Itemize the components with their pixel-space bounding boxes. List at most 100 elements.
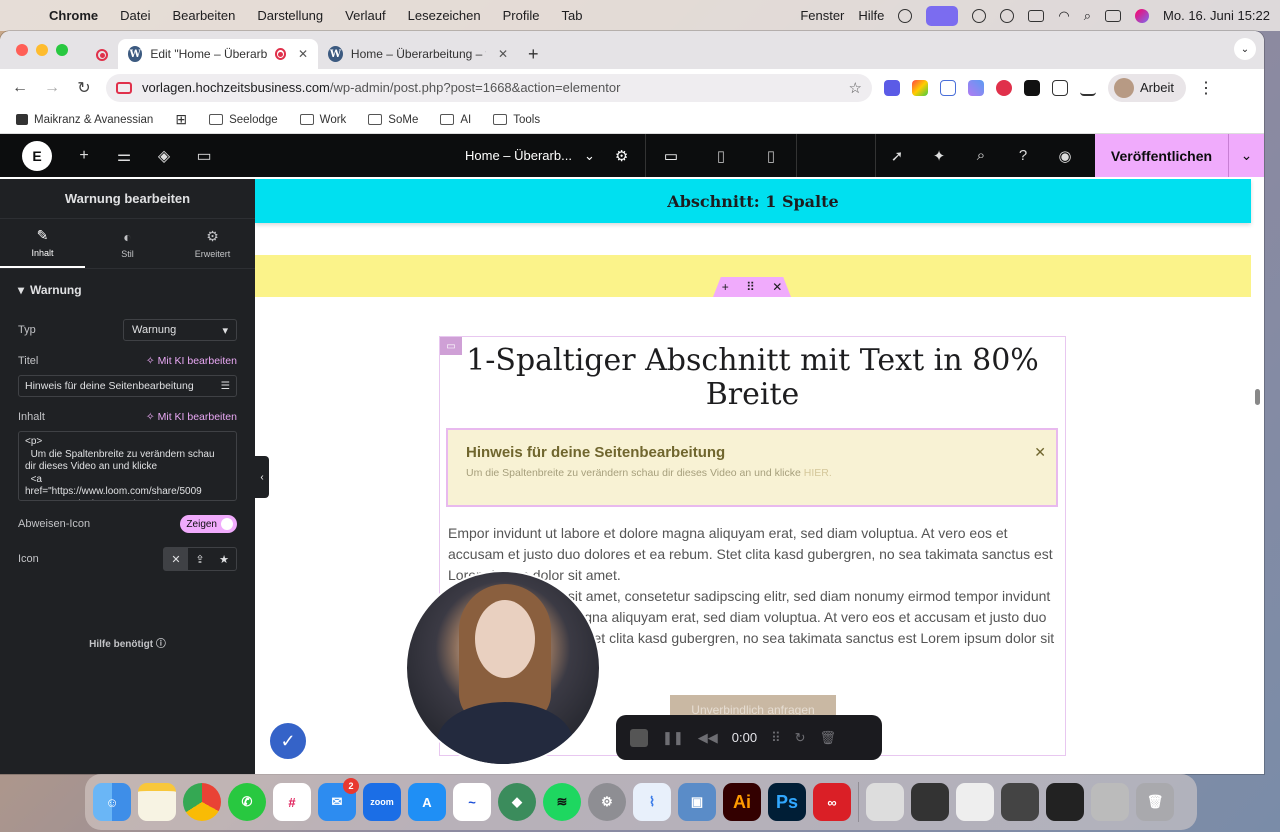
apps-grid-icon[interactable]: ⊞: [175, 111, 187, 128]
menubar-clock[interactable]: Mo. 16. Juni 15:22: [1163, 8, 1270, 23]
dynamic-tags-icon[interactable]: ☰: [221, 380, 230, 392]
launchpad-icon[interactable]: ➚: [876, 147, 918, 165]
no-icon-option[interactable]: ✕: [164, 548, 188, 570]
bookmark-folder[interactable]: Tools: [493, 114, 540, 126]
upload-svg-icon[interactable]: ⇪: [188, 548, 212, 570]
control-center-icon[interactable]: [1105, 9, 1122, 22]
menu-app-name[interactable]: Chrome: [49, 8, 98, 23]
illustrator-icon[interactable]: Ai: [723, 783, 761, 821]
battery-icon[interactable]: [1028, 9, 1045, 22]
tablet-device-icon[interactable]: ▯: [696, 134, 746, 177]
notes-icon[interactable]: ▭: [184, 146, 224, 166]
type-select[interactable]: Warnung ▾: [123, 319, 237, 341]
browser-menu-icon[interactable]: ⋮: [1198, 78, 1214, 98]
zoom-window-button[interactable]: [56, 44, 68, 56]
add-element-icon[interactable]: +: [64, 147, 104, 165]
structure-layers-icon[interactable]: ◈: [144, 146, 184, 166]
notes-app-icon[interactable]: [138, 783, 176, 821]
loom-status-icon[interactable]: [972, 8, 987, 23]
delete-section-icon[interactable]: ✕: [772, 280, 782, 294]
wifi-icon[interactable]: ◠: [1058, 8, 1069, 24]
bookmark-item[interactable]: Maikranz & Avanessian: [16, 114, 153, 126]
preview-eye-icon[interactable]: ◉: [1044, 147, 1086, 165]
site-settings-icon[interactable]: ⚌: [104, 146, 144, 166]
monday-icon[interactable]: ⌇: [633, 783, 671, 821]
pause-icon[interactable]: ❚❚: [662, 730, 684, 746]
extensions-puzzle-icon[interactable]: [1052, 79, 1068, 96]
minimize-window-button[interactable]: [36, 44, 48, 56]
bookmark-folder[interactable]: AI: [440, 114, 471, 126]
bookmark-folder[interactable]: Work: [299, 114, 346, 126]
menu-bearbeiten[interactable]: Bearbeiten: [172, 8, 235, 23]
affinity-icon[interactable]: ◆: [498, 783, 536, 821]
new-tab-button[interactable]: +: [518, 39, 549, 69]
canvas-scrollbar[interactable]: [1255, 389, 1260, 405]
publish-options-chevron-icon[interactable]: ⌄: [1228, 134, 1264, 177]
ai-edit-content-button[interactable]: ✧ Mit KI bearbeiten: [146, 411, 237, 423]
extension-icon[interactable]: [940, 79, 956, 96]
document-switcher[interactable]: Home – Überarb... ⌄ ⚙: [465, 134, 628, 177]
ai-edit-title-button[interactable]: ✧ Mit KI bearbeiten: [146, 355, 237, 367]
extension-icon[interactable]: [1024, 79, 1040, 96]
section-toggle-warnung[interactable]: ▾ Warnung: [0, 269, 255, 311]
screen-share-icon[interactable]: [926, 5, 959, 26]
menu-tab[interactable]: Tab: [561, 8, 582, 23]
close-tab-icon[interactable]: ✕: [498, 47, 508, 61]
adblock-icon[interactable]: [996, 79, 1012, 96]
drag-section-icon[interactable]: ⠿: [746, 280, 755, 294]
menu-profile[interactable]: Profile: [503, 8, 540, 23]
finder-search-icon[interactable]: ⌕: [960, 147, 1002, 164]
menu-verlauf[interactable]: Verlauf: [345, 8, 385, 23]
publish-button[interactable]: Veröffentlichen: [1095, 134, 1228, 177]
tab-erweitert[interactable]: ⚙ Erweitert: [170, 219, 255, 268]
stop-recording-icon[interactable]: [630, 728, 648, 747]
extension-icon[interactable]: [912, 79, 928, 96]
zoom-icon[interactable]: zoom: [363, 783, 401, 821]
chrome-icon[interactable]: [183, 783, 221, 821]
recent-window-thumbnail[interactable]: [911, 783, 949, 821]
reload-icon[interactable]: ↻: [74, 78, 94, 98]
recent-window-thumbnail[interactable]: [956, 783, 994, 821]
siri-icon[interactable]: [1135, 8, 1150, 23]
tab-edit-home[interactable]: W Edit "Home – Überarbeitu ✕: [118, 39, 318, 69]
menu-lesezeichen[interactable]: Lesezeichen: [408, 8, 481, 23]
bookmark-folder[interactable]: SoMe: [368, 114, 418, 126]
alert-dismiss-icon[interactable]: ✕: [1034, 444, 1046, 461]
whats-new-icon[interactable]: ✦: [918, 147, 960, 165]
close-window-button[interactable]: [16, 44, 28, 56]
extension-icon[interactable]: [884, 79, 900, 96]
restart-icon[interactable]: ↻: [795, 730, 806, 746]
play-icon[interactable]: [1000, 8, 1015, 23]
spotlight-icon[interactable]: ⌕: [1084, 8, 1091, 24]
tab-stil[interactable]: ◐ Stil: [85, 219, 170, 268]
profile-button[interactable]: Arbeit: [1108, 73, 1186, 102]
app-store-icon[interactable]: A: [408, 783, 446, 821]
back-icon[interactable]: ←: [10, 79, 30, 97]
help-icon[interactable]: ?: [1002, 147, 1044, 164]
creative-cloud-icon[interactable]: ∞: [813, 783, 851, 821]
rewind-icon[interactable]: ◀◀: [698, 730, 718, 746]
freeform-icon[interactable]: ~: [453, 783, 491, 821]
menu-fenster[interactable]: Fenster: [800, 8, 844, 23]
help-link[interactable]: Hilfe benötigt ⓘ: [0, 635, 255, 650]
url-bar[interactable]: vorlagen.hochzeitsbusiness.com/wp-admin/…: [106, 73, 872, 102]
finder-icon[interactable]: ☺: [93, 783, 131, 821]
webcam-bubble[interactable]: [405, 570, 601, 766]
title-input[interactable]: Hinweis für deine Seitenbearbeitung ☰: [18, 375, 237, 397]
icon-library-star-icon[interactable]: ★: [212, 548, 236, 570]
drawing-tool-icon[interactable]: ⠿: [771, 730, 781, 746]
page-settings-gear-icon[interactable]: ⚙: [615, 147, 628, 165]
forward-icon[interactable]: →: [42, 79, 62, 97]
alert-link[interactable]: HIER.: [804, 467, 832, 479]
elementor-logo-icon[interactable]: E: [22, 140, 52, 171]
trash-bin-icon[interactable]: 🗑: [1136, 783, 1174, 821]
bookmark-folder[interactable]: Seelodge: [209, 114, 278, 126]
menu-datei[interactable]: Datei: [120, 8, 150, 23]
recent-window-thumbnail[interactable]: [866, 783, 904, 821]
reading-list-icon[interactable]: [1080, 80, 1096, 96]
add-section-icon[interactable]: +: [722, 280, 729, 294]
spotify-icon[interactable]: ≋: [543, 783, 581, 821]
microphone-icon[interactable]: [898, 8, 913, 23]
extension-icon[interactable]: [968, 79, 984, 96]
dismiss-toggle[interactable]: Zeigen: [180, 515, 237, 533]
